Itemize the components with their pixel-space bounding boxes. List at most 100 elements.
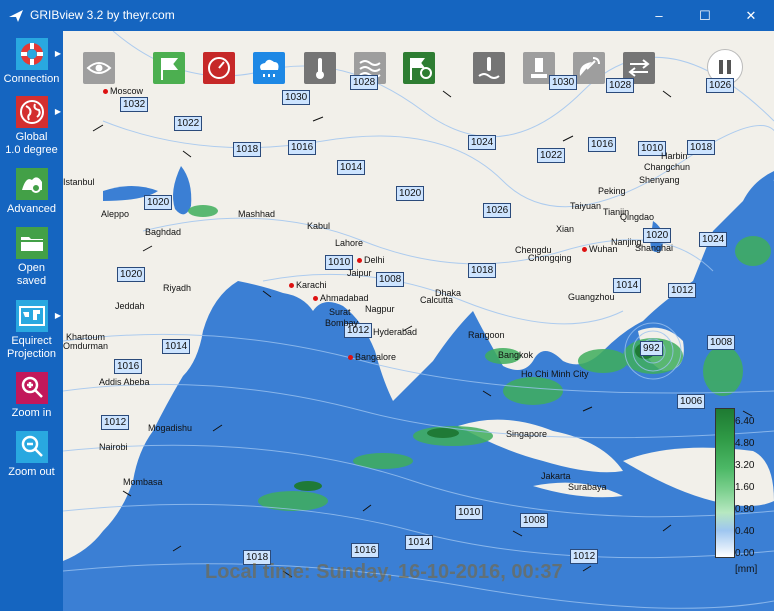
isobar-label: 1012 [570,549,599,564]
isobar-label: 1016 [114,359,143,374]
city-label: Rangoon [468,330,505,340]
isobar-label: 1020 [643,228,672,243]
world-map-icon [15,300,48,332]
legend-value: 4.80 [735,438,755,449]
isobar-label: 1018 [687,140,716,155]
legend-value: 6.40 [735,416,755,427]
close-button[interactable]: ✕ [728,0,774,31]
city-label: Mombasa [123,477,163,487]
isobar-label: 1022 [537,148,566,163]
legend-value: 1.60 [735,482,755,493]
sidebar-item-advanced[interactable]: Advanced [0,165,63,216]
isobar-label: 1014 [405,535,434,550]
isobar-label: 1008 [707,335,736,350]
city-label: Changchun [644,162,691,172]
isobar-label: 1020 [117,267,146,282]
legend-value: 0.00 [735,548,755,559]
legend-value: 0.80 [735,504,755,515]
city-label: Bangkok [498,350,534,360]
sidebar-item-global[interactable]: Global 1.0 degree ▶ [0,93,63,157]
sidebar-item-equirect-projection[interactable]: Equirect Projection ▶ [0,297,63,361]
isobar-label: 1024 [699,232,728,247]
isobar-label: 1014 [613,278,642,293]
title-bar: GRIBview 3.2 by theyr.com – ☐ ✕ [0,0,774,31]
temperature-button[interactable] [304,52,336,84]
gauge-icon [208,57,230,79]
isobar-label: 1010 [455,505,484,520]
map-background [63,31,774,611]
thermometer-icon [316,58,324,79]
sidebar-label: Advanced [7,203,56,215]
isobar-label: 1012 [101,415,130,430]
lifebuoy-icon [15,38,48,70]
sidebar-item-open-saved[interactable]: Open saved [0,224,63,288]
legend-unit: [mm] [735,564,758,575]
pause-icon [727,60,731,74]
flag-button[interactable] [153,52,185,84]
flag-clock-icon [410,58,432,80]
city-label: Bangalore [348,352,396,362]
legend-value: 0.40 [735,526,755,537]
isobar-label: 1020 [144,195,173,210]
window-title: GRIBview 3.2 by theyr.com [30,8,175,22]
isobar-label: 1024 [468,135,497,150]
city-label: Moscow [103,86,143,96]
isobar-label: 1030 [549,75,578,90]
isobar-label: 1014 [337,160,366,175]
city-label: Nagpur [365,304,395,314]
folder-icon [15,227,48,259]
city-label: Delhi [357,255,385,265]
city-label: Addis Abeba [99,377,150,387]
isobar-label: 1026 [706,78,735,93]
submenu-arrow-icon: ▶ [54,107,61,116]
sidebar-item-zoom-in[interactable]: Zoom in [0,369,63,420]
satellite-dish-icon [579,57,600,76]
isobar-label: 1014 [162,339,191,354]
maximize-button[interactable]: ☐ [682,0,728,31]
flag-icon [161,58,179,80]
pressure-button[interactable] [203,52,235,84]
city-label: Mashhad [238,209,276,219]
sidebar-label: Global 1.0 degree [5,131,58,156]
legend-value: 3.20 [735,460,755,471]
city-label: Xian [556,224,575,234]
isobar-label: 1012 [668,283,697,298]
city-label: Qingdao [620,212,655,222]
isobar-label: 1018 [468,263,497,278]
rain-cloud-icon [260,59,279,77]
city-label: Baghdad [145,227,182,237]
isobar-label: 1018 [233,142,262,157]
city-label: Omdurman [63,341,109,351]
sea-temperature-button[interactable] [473,52,505,84]
isobar-label: 1008 [520,513,549,528]
flag-time-button[interactable] [403,52,435,84]
sidebar-label: Zoom in [11,407,52,419]
sidebar-item-connection[interactable]: Connection ▶ [0,35,63,86]
sidebar-item-zoom-out[interactable]: Zoom out [0,428,63,479]
isobar-label: 1032 [120,97,149,112]
isobar-label: 1016 [588,137,617,152]
minimize-button[interactable]: – [636,0,682,31]
isobar-label: 1030 [282,90,311,105]
city-label: Ahmadabad [313,293,369,303]
isobar-label: 1006 [677,394,706,409]
pause-icon [719,60,723,74]
rain-button[interactable] [253,52,285,84]
city-label: Taiyuan [570,201,602,211]
app-icon [9,10,23,22]
city-label: Surabaya [568,482,607,492]
city-label: Shanghai [635,243,674,253]
sidebar-label: Zoom out [8,466,55,478]
local-time-label: Local time: Sunday, 16-10-2016, 00:37 [205,561,563,583]
satellite-button[interactable] [573,52,605,84]
weather-map[interactable]: 1032 1030 1028 1030 1028 1026 1022 1018 … [63,31,774,611]
city-label: Istanbul [63,177,95,187]
city-label: Surat [329,307,351,317]
city-label: Riyadh [163,283,192,293]
sidebar: Connection ▶ Global 1.0 degree ▶ Advance… [0,31,63,611]
eye-button[interactable] [83,52,115,84]
isobar-label: 1016 [351,543,380,558]
isobar-label: 1008 [376,272,405,287]
city-label: Jakarta [541,471,571,481]
city-label: Ho Chi Minh City [521,369,589,379]
